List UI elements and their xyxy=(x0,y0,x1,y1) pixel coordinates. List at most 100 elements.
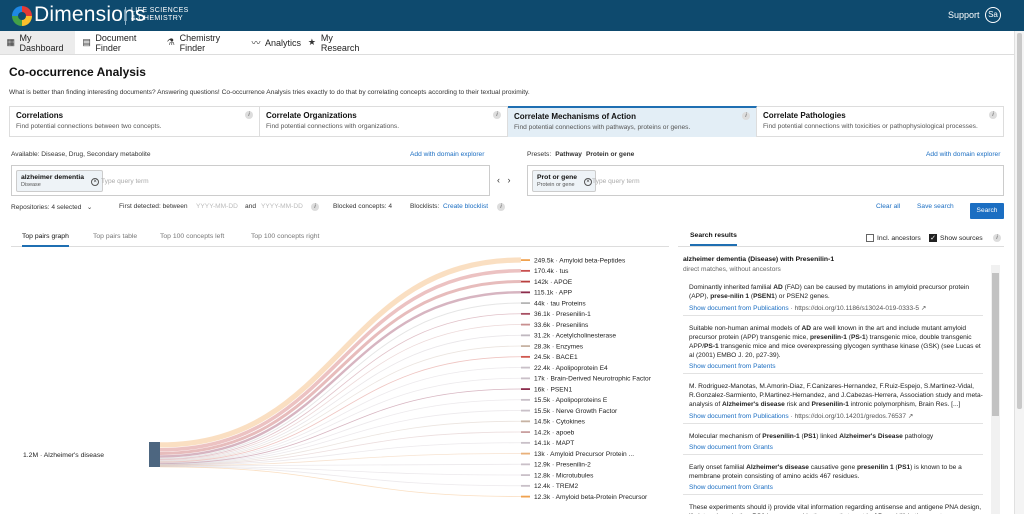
show-document-link[interactable]: Show document from Patents xyxy=(689,363,776,370)
target-label[interactable]: 36.1k · Presenilin-1 xyxy=(534,311,591,318)
info-icon[interactable]: i xyxy=(993,234,1001,242)
remove-chip-icon[interactable]: × xyxy=(584,178,593,186)
target-label[interactable]: 12.3k · Amyloid beta-Protein Precursor xyxy=(534,494,648,501)
target-node[interactable] xyxy=(521,302,530,304)
tab-top-100-right[interactable]: Top 100 concepts right xyxy=(251,233,319,240)
target-label[interactable]: 22.4k · Apolipoprotein E4 xyxy=(534,365,608,372)
remove-chip-icon[interactable]: × xyxy=(91,178,100,186)
nav-document-finder[interactable]: ▤ Document Finder xyxy=(76,31,160,54)
date-from-input[interactable]: YYYY-MM-DD xyxy=(196,203,238,210)
show-document-link[interactable]: Show document from Grants xyxy=(689,444,773,451)
target-node[interactable] xyxy=(521,312,530,315)
card-correlations[interactable]: Correlations Find potential connections b… xyxy=(10,107,260,136)
add-domain-explorer-right[interactable]: Add with domain explorer xyxy=(926,151,1000,158)
target-node[interactable] xyxy=(521,441,530,444)
avatar[interactable]: Sa xyxy=(985,7,1001,23)
incl-ancestors-checkbox[interactable]: Incl. ancestors xyxy=(866,234,921,242)
query-chip-right[interactable]: Prot or gene Protein or gene × xyxy=(532,170,597,192)
target-label[interactable]: 16k · PSEN1 xyxy=(534,386,572,393)
target-node[interactable] xyxy=(521,463,530,466)
target-node[interactable] xyxy=(521,323,530,326)
page-scrollbar-thumb[interactable] xyxy=(1017,33,1022,409)
target-node[interactable] xyxy=(521,484,530,487)
doi-link[interactable]: · https://doi.org/10.1186/s13024-019-033… xyxy=(789,305,927,312)
sankey-link[interactable] xyxy=(159,466,522,487)
arrow-right-icon[interactable]: › xyxy=(508,175,511,185)
target-node[interactable] xyxy=(521,355,530,358)
target-label[interactable]: 249.5k · Amyloid beta-Peptides xyxy=(534,257,626,264)
info-icon[interactable]: i xyxy=(245,111,253,119)
date-to-input[interactable]: YYYY-MM-DD xyxy=(261,203,303,210)
brand-name[interactable]: Dimensions xyxy=(34,3,146,27)
show-document-link[interactable]: Show document from Grants xyxy=(689,484,773,491)
results-scrollbar-thumb[interactable] xyxy=(992,273,999,416)
target-label[interactable]: 28.3k · Enzymes xyxy=(534,343,584,350)
card-correlate-organizations[interactable]: Correlate Organizations Find potential co… xyxy=(260,107,508,136)
info-icon[interactable]: i xyxy=(742,112,750,120)
create-blocklist-link[interactable]: Create blocklist xyxy=(443,203,488,210)
blocked-concepts[interactable]: Blocked concepts: 4 xyxy=(333,203,392,210)
show-document-link[interactable]: Show document from Publications xyxy=(689,413,789,420)
target-node[interactable] xyxy=(521,345,530,347)
support-link[interactable]: Support xyxy=(948,10,980,20)
left-query-input[interactable]: Type query term xyxy=(101,178,149,185)
clear-all-link[interactable]: Clear all xyxy=(876,203,900,210)
target-node[interactable] xyxy=(521,474,530,476)
preset-protein-or-gene[interactable]: Protein or gene xyxy=(586,151,634,158)
arrow-left-icon[interactable]: ‹ xyxy=(497,175,500,185)
target-label[interactable]: 12.9k · Presenilin-2 xyxy=(534,462,591,469)
target-node[interactable] xyxy=(521,398,530,401)
target-node[interactable] xyxy=(521,452,530,455)
target-node[interactable] xyxy=(521,269,530,272)
target-label[interactable]: 170.4k · tus xyxy=(534,268,569,275)
card-correlate-mechanisms[interactable]: Correlate Mechanisms of Action Find poten… xyxy=(508,106,757,137)
target-node[interactable] xyxy=(521,291,530,294)
target-label[interactable]: 13k · Amyloid Precursor Protein ... xyxy=(534,451,634,458)
card-correlate-pathologies[interactable]: Correlate Pathologies Find potential conn… xyxy=(757,107,1003,136)
target-node[interactable] xyxy=(521,409,530,412)
target-label[interactable]: 142k · APOE xyxy=(534,279,573,286)
source-node[interactable] xyxy=(149,442,160,467)
left-query-box[interactable]: alzheimer dementia Disease × Type query … xyxy=(11,165,490,196)
target-node[interactable] xyxy=(521,280,530,283)
sankey-link[interactable] xyxy=(159,388,522,464)
page-scrollbar[interactable] xyxy=(1014,31,1024,514)
tab-search-results[interactable]: Search results xyxy=(690,232,737,246)
info-icon[interactable]: i xyxy=(311,203,319,211)
nav-chemistry-finder[interactable]: ⚗ Chemistry Finder xyxy=(160,31,246,54)
target-node[interactable] xyxy=(521,377,530,380)
search-button[interactable]: Search xyxy=(970,203,1004,219)
tab-top-100-left[interactable]: Top 100 concepts left xyxy=(160,233,224,240)
doi-link[interactable]: · https://doi.org/10.14201/gredos.76537 … xyxy=(789,413,914,420)
show-sources-checkbox[interactable]: ✓ Show sources xyxy=(929,234,983,242)
target-node[interactable] xyxy=(521,334,530,337)
right-query-input[interactable]: Type query term xyxy=(592,178,640,185)
target-label[interactable]: 15.5k · Nerve Growth Factor xyxy=(534,408,618,415)
tab-top-pairs-table[interactable]: Top pairs table xyxy=(93,233,137,240)
save-search-link[interactable]: Save search xyxy=(917,203,954,210)
nav-analytics[interactable]: 〰 Analytics xyxy=(245,31,301,54)
sankey-link[interactable] xyxy=(159,302,522,459)
target-label[interactable]: 17k · Brain-Derived Neurotrophic Factor xyxy=(534,376,652,383)
target-node[interactable] xyxy=(521,495,530,498)
info-icon[interactable]: i xyxy=(493,111,501,119)
target-label[interactable]: 14.2k · apoeb xyxy=(534,429,575,436)
target-label[interactable]: 12.8k · Microtubules xyxy=(534,472,594,479)
target-node[interactable] xyxy=(521,366,530,369)
nav-my-dashboard[interactable]: ▦ My Dashboard xyxy=(0,31,75,54)
sankey-link[interactable] xyxy=(159,466,522,497)
target-label[interactable]: 15.5k · Apolipoproteins E xyxy=(534,397,608,404)
target-label[interactable]: 115.1k · APP xyxy=(534,290,573,297)
right-query-box[interactable]: Prot or gene Protein or gene × Type quer… xyxy=(527,165,1004,196)
target-label[interactable]: 14.5k · Cytokines xyxy=(534,419,586,426)
nav-my-research[interactable]: ★ My Research xyxy=(301,31,373,54)
target-node[interactable] xyxy=(521,259,530,261)
target-node[interactable] xyxy=(521,420,530,423)
add-domain-explorer-left[interactable]: Add with domain explorer xyxy=(410,151,484,158)
target-label[interactable]: 33.6k · Presenilins xyxy=(534,322,589,329)
tab-top-pairs-graph[interactable]: Top pairs graph xyxy=(22,233,69,247)
target-node[interactable] xyxy=(521,431,530,433)
show-document-link[interactable]: Show document from Publications xyxy=(689,305,789,312)
target-label[interactable]: 31.2k · Acetylcholinesterase xyxy=(534,333,616,340)
info-icon[interactable]: i xyxy=(497,203,505,211)
